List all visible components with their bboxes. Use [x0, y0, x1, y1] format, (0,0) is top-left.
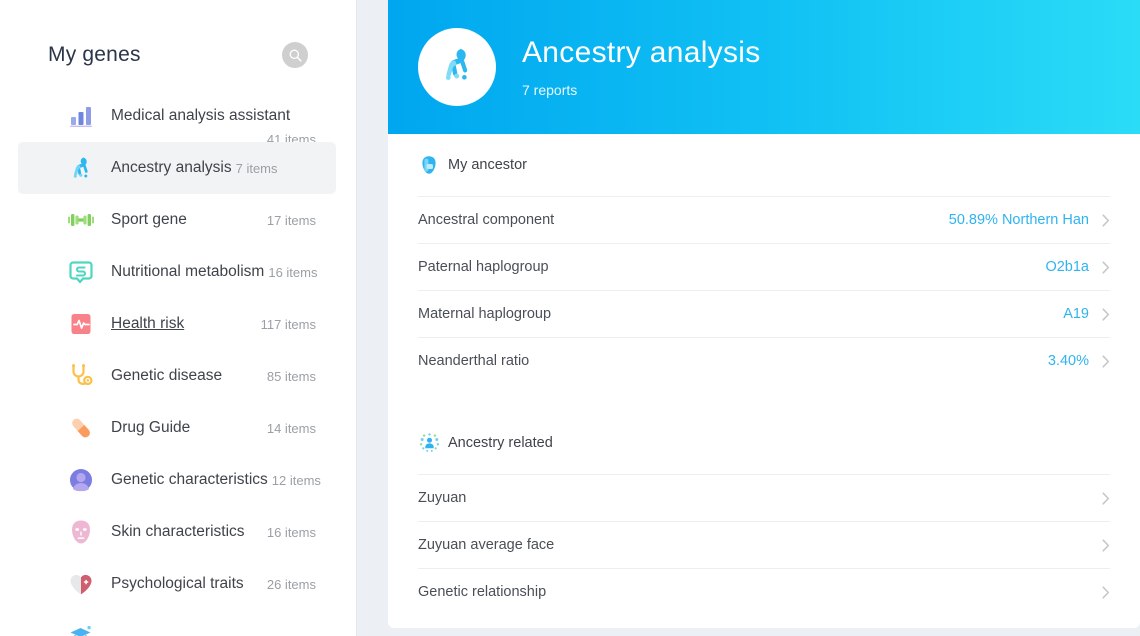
row-neanderthal-ratio[interactable]: Neanderthal ratio 3.40% — [418, 337, 1110, 384]
row-paternal-haplogroup[interactable]: Paternal haplogroup O2b1a — [418, 243, 1110, 290]
sidebar-item-nutritional-metabolism[interactable]: Nutritional metabolism 16 items — [18, 246, 336, 298]
sidebar-item-count: 17 items — [266, 212, 316, 228]
sidebar-item-psychological-traits[interactable]: Psychological traits 26 items — [18, 558, 336, 610]
row-zuyuan[interactable]: Zuyuan — [418, 474, 1110, 521]
ape-icon — [434, 42, 480, 93]
hero-text-block: Ancestry analysis 7 reports — [522, 36, 761, 98]
sidebar-item-label: Medical analysis assistant — [111, 107, 291, 124]
section-my-ancestor: My ancestor Ancestral component 50.89% N… — [418, 134, 1110, 384]
page-title: My genes — [48, 43, 141, 66]
sidebar-item-label: Psychological traits — [111, 575, 244, 592]
sidebar-item-label: Drug Guide — [111, 419, 191, 436]
app-root: My genes Medical analysis assistant 41 i… — [0, 0, 1140, 636]
row-zuyuan-average-face[interactable]: Zuyuan average face — [418, 521, 1110, 568]
sidebar-header: My genes — [0, 0, 356, 68]
section-title: My ancestor — [448, 157, 527, 173]
heartbeat-chart-icon — [64, 307, 98, 341]
sidebar-item-count: 117 items — [260, 316, 316, 332]
sidebar-nav: Medical analysis assistant 41 items Ance… — [0, 90, 356, 636]
section-title: Ancestry related — [448, 435, 553, 451]
row-genetic-relationship[interactable]: Genetic relationship — [418, 568, 1110, 615]
chevron-right-icon — [1102, 213, 1110, 227]
sidebar-item-label: Genetic characteristics — [111, 471, 268, 488]
hero-title: Ancestry analysis — [522, 36, 761, 69]
row-label: Zuyuan average face — [418, 537, 555, 553]
sidebar-item-count: 26 items — [266, 576, 316, 592]
split-heart-icon — [64, 567, 98, 601]
bar-chart-icon — [64, 99, 98, 133]
row-maternal-haplogroup[interactable]: Maternal haplogroup A19 — [418, 290, 1110, 337]
row-label: Genetic relationship — [418, 584, 547, 600]
chevron-right-icon — [1102, 585, 1110, 599]
dumbbell-icon — [64, 203, 98, 237]
sidebar-item-medical-analysis-assistant[interactable]: Medical analysis assistant 41 items — [18, 90, 336, 147]
ancestry-card: Ancestry analysis 7 reports My ancestor … — [388, 0, 1140, 628]
row-ancestral-component[interactable]: Ancestral component 50.89% Northern Han — [418, 196, 1110, 243]
main-content: Ancestry analysis 7 reports My ancestor … — [357, 0, 1140, 636]
chat-bubble-icon — [64, 255, 98, 289]
stethoscope-icon — [64, 359, 98, 393]
section-header: My ancestor — [418, 134, 1110, 196]
sidebar-item-genetic-disease[interactable]: Genetic disease 85 items — [18, 350, 336, 402]
sidebar-item-label: Health risk — [111, 315, 185, 332]
sidebar-item-ancestry-analysis[interactable]: Ancestry analysis 7 items — [18, 142, 336, 194]
search-icon — [289, 49, 302, 62]
chevron-right-icon — [1102, 307, 1110, 321]
face-mask-icon — [64, 515, 98, 549]
sidebar-item-count: 14 items — [266, 420, 316, 436]
sidebar-item-count: 12 items — [271, 472, 321, 488]
sidebar-item-label: Nutritional metabolism — [111, 263, 265, 280]
row-label: Ancestral component — [418, 212, 555, 228]
chevron-right-icon — [1102, 538, 1110, 552]
sidebar-item-count: 16 items — [266, 524, 316, 540]
section-ancestry-related: Ancestry related Zuyuan Zuyuan average f… — [418, 412, 1110, 615]
row-label: Zuyuan — [418, 490, 467, 506]
card-body: My ancestor Ancestral component 50.89% N… — [388, 134, 1140, 615]
sidebar: My genes Medical analysis assistant 41 i… — [0, 0, 357, 636]
row-value: O2b1a — [1045, 259, 1089, 275]
row-value: A19 — [1063, 306, 1089, 322]
sidebar-item-skin-characteristics[interactable]: Skin characteristics 16 items — [18, 506, 336, 558]
row-label: Maternal haplogroup — [418, 306, 552, 322]
ancestor-head-icon — [418, 154, 440, 176]
ape-icon — [64, 151, 98, 185]
hero-banner: Ancestry analysis 7 reports — [388, 0, 1140, 134]
pill-capsule-icon — [64, 411, 98, 445]
hero-subtitle: 7 reports — [522, 82, 578, 98]
sidebar-item-drug-guide[interactable]: Drug Guide 14 items — [18, 402, 336, 454]
section-header: Ancestry related — [418, 412, 1110, 474]
chevron-right-icon — [1102, 354, 1110, 368]
hero-badge — [418, 28, 496, 106]
person-bust-icon — [64, 463, 98, 497]
chevron-right-icon — [1102, 260, 1110, 274]
chevron-right-icon — [1102, 491, 1110, 505]
row-value: 3.40% — [1047, 353, 1089, 369]
sidebar-item-count: 16 items — [268, 264, 318, 280]
sidebar-item-count: 7 items — [235, 160, 278, 176]
search-button[interactable] — [282, 42, 308, 68]
sidebar-item-health-risk[interactable]: Health risk 117 items — [18, 298, 336, 350]
row-value: 50.89% Northern Han — [948, 212, 1089, 228]
sidebar-item-label: Sport gene — [111, 211, 187, 228]
row-label: Paternal haplogroup — [418, 259, 549, 275]
sidebar-item-count: 85 items — [266, 368, 316, 384]
sidebar-item-sport-gene[interactable]: Sport gene 17 items — [18, 194, 336, 246]
row-label: Neanderthal ratio — [418, 353, 530, 369]
sidebar-item-genetic-characteristics[interactable]: Genetic characteristics 12 items — [18, 454, 336, 506]
graduation-cap-icon — [64, 619, 98, 636]
population-dots-icon — [418, 432, 440, 454]
sidebar-item-partial[interactable] — [18, 610, 336, 636]
sidebar-item-label: Skin characteristics — [111, 523, 245, 540]
sidebar-item-label: Ancestry analysis — [111, 159, 232, 176]
sidebar-item-label: Genetic disease — [111, 367, 223, 384]
